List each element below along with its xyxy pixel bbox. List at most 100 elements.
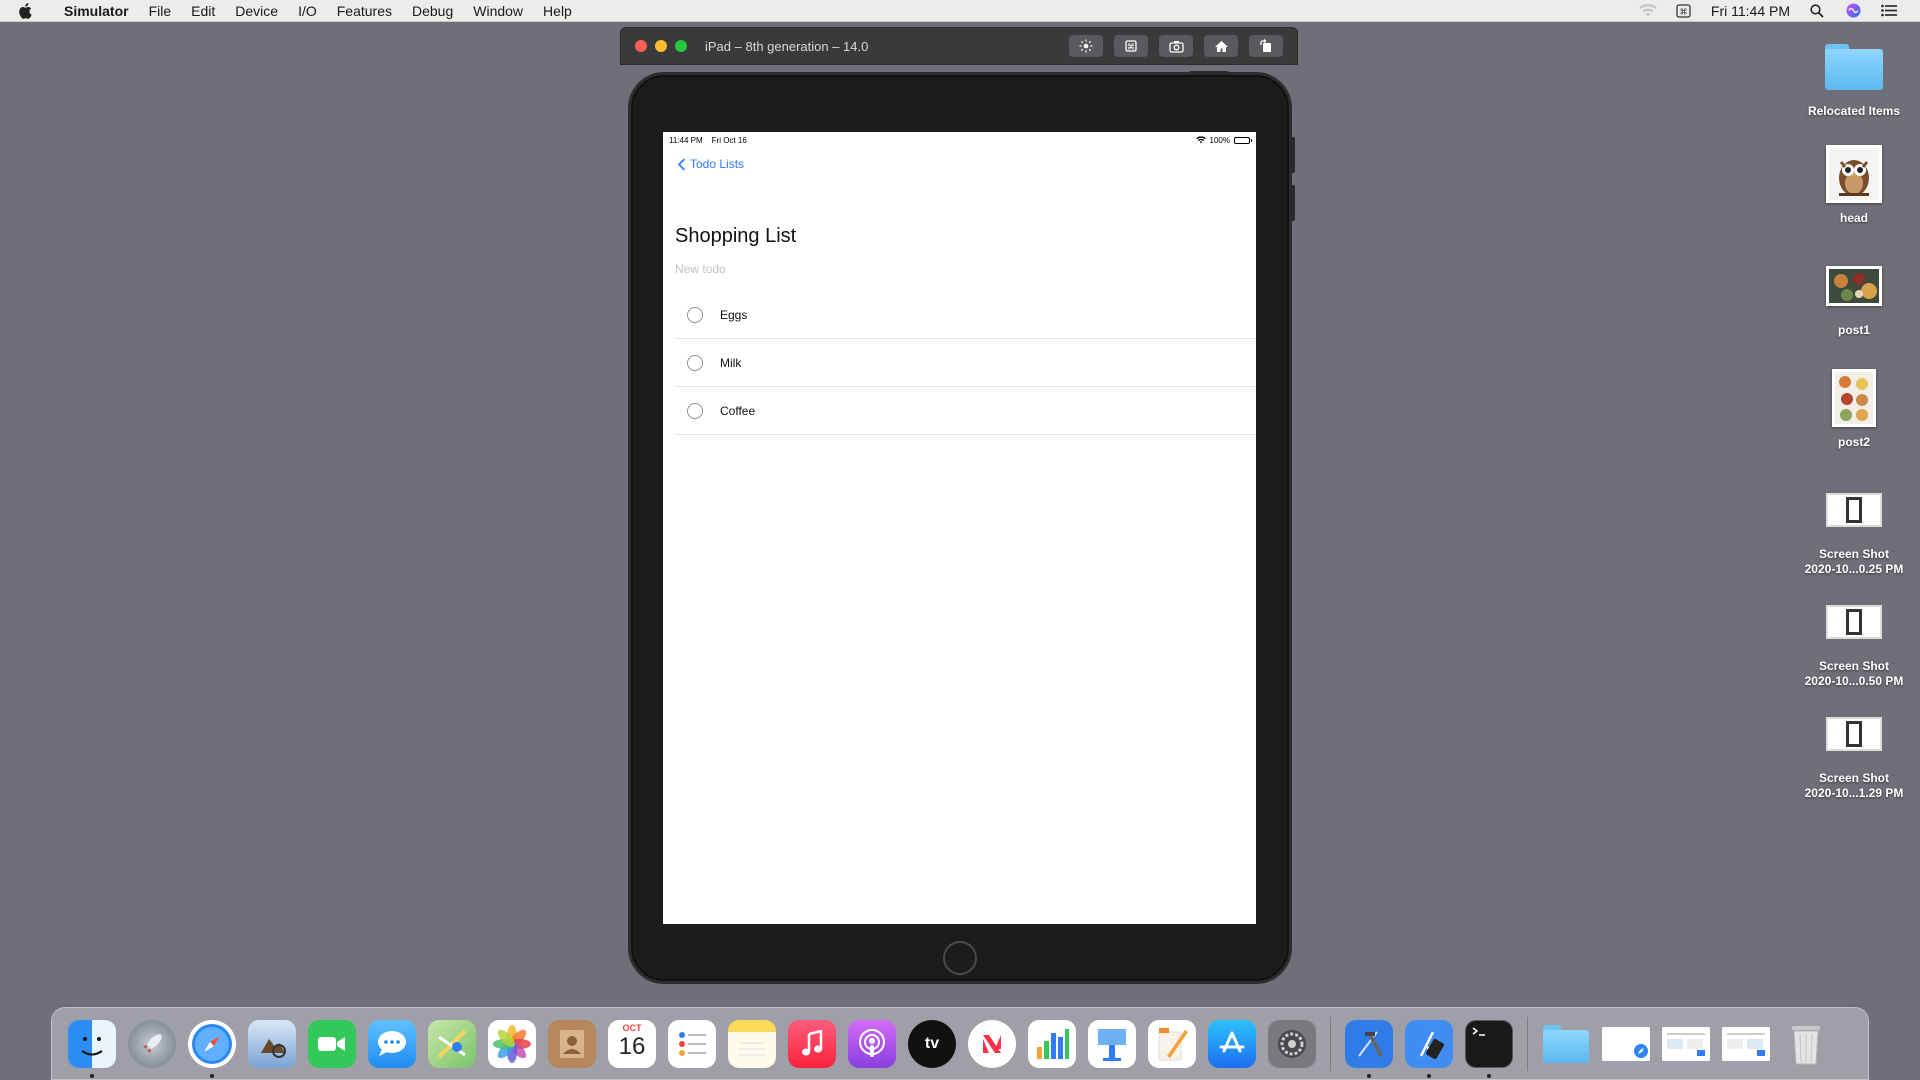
todo-checkbox[interactable] [687, 402, 703, 419]
chevron-left-icon [677, 157, 686, 171]
status-date: Fri Oct 16 [711, 135, 747, 145]
desktop-item-screenshot-2[interactable]: Screen Shot 2020-10...0.50 PM [1794, 593, 1914, 689]
dock-apple-tv[interactable]: tv [907, 1019, 957, 1069]
xcode-hammer-icon [1345, 1019, 1393, 1068]
dock-maps[interactable] [427, 1019, 477, 1069]
dock-preview[interactable] [247, 1019, 297, 1069]
desktop-item-screenshot-3[interactable]: Screen Shot 2020-10...1.29 PM [1794, 705, 1914, 801]
desktop-item-relocated-items[interactable]: Relocated Items [1794, 38, 1914, 119]
dock-calendar[interactable]: OCT 16 [607, 1019, 657, 1069]
running-indicator [90, 1073, 94, 1078]
menu-clock[interactable]: Fri 11:44 PM [1711, 3, 1790, 19]
rotate-button[interactable] [1249, 35, 1283, 57]
volume-up-button[interactable] [1290, 137, 1295, 173]
desktop-item-label: post2 [1837, 435, 1870, 449]
apple-menu-icon[interactable] [18, 2, 42, 19]
simulator-titlebar[interactable]: iPad – 8th generation – 14.0 ⌘ [620, 27, 1298, 65]
desktop-item-screenshot-1[interactable]: Screen Shot 2020-10...0.25 PM [1794, 481, 1914, 577]
menu-io[interactable]: I/O [288, 3, 327, 19]
running-indicator [1367, 1073, 1371, 1078]
keynote-podium-icon [1088, 1019, 1136, 1068]
status-time: 11:44 PM [669, 135, 703, 145]
dock-notes[interactable] [727, 1019, 777, 1069]
shake-button[interactable]: ⌘ [1114, 35, 1148, 57]
menu-features[interactable]: Features [327, 3, 402, 19]
ipad-home-button[interactable] [943, 941, 977, 975]
dock-recent-document-3[interactable] [1721, 1019, 1771, 1069]
desktop-item-sublabel: 2020-10...0.25 PM [1804, 562, 1904, 576]
status-wifi-icon [1195, 136, 1206, 144]
desktop-item-sublabel: 2020-10...0.50 PM [1804, 674, 1904, 688]
dock-recent-document-1[interactable] [1601, 1019, 1651, 1069]
ios-status-bar: 11:44 PM Fri Oct 16 100% [663, 132, 1256, 148]
todo-checkbox[interactable] [687, 354, 703, 371]
dock-xcode[interactable] [1344, 1019, 1394, 1078]
dock-music[interactable] [787, 1019, 837, 1069]
ipad-screen: 11:44 PM Fri Oct 16 100% Todo Lists Shop… [663, 132, 1256, 924]
home-icon [1214, 40, 1228, 52]
dock-podcasts[interactable] [847, 1019, 897, 1069]
maps-icon [428, 1019, 476, 1068]
menu-device[interactable]: Device [225, 3, 288, 19]
dock-reminders[interactable] [667, 1019, 717, 1069]
dock-simulator[interactable] [1404, 1019, 1454, 1078]
dock-pages[interactable] [1147, 1019, 1197, 1069]
top-button[interactable] [1189, 71, 1229, 75]
menu-edit[interactable]: Edit [181, 3, 225, 19]
todo-row[interactable]: Coffee [675, 387, 1256, 435]
menu-app-name[interactable]: Simulator [54, 3, 139, 19]
calendar-month: OCT [622, 1022, 642, 1033]
home-button[interactable] [1204, 35, 1238, 57]
food-photo-icon [1825, 257, 1883, 315]
dock-launchpad[interactable] [127, 1019, 177, 1069]
zoom-button[interactable] [675, 40, 687, 52]
page-title: Shopping List [675, 225, 797, 247]
new-todo-input[interactable] [675, 262, 1245, 276]
dock-photos[interactable] [487, 1019, 537, 1069]
minimize-button[interactable] [655, 40, 667, 52]
dock-terminal[interactable] [1464, 1019, 1514, 1078]
desktop-item-post1[interactable]: post1 [1794, 257, 1914, 338]
dock-trash[interactable] [1781, 1019, 1831, 1069]
food-photo-icon [1825, 369, 1883, 427]
dock-facetime[interactable] [307, 1019, 357, 1069]
desktop-item-head[interactable]: head [1794, 145, 1914, 226]
brightness-button[interactable] [1069, 35, 1103, 57]
keyboard-shortcut-icon[interactable]: ⌘ [1675, 3, 1693, 19]
todo-row[interactable]: Milk [675, 339, 1256, 387]
screenshot-button[interactable] [1159, 35, 1193, 57]
close-button[interactable] [635, 40, 647, 52]
desktop-item-label: head [1839, 211, 1868, 225]
dock-keynote[interactable] [1087, 1019, 1137, 1069]
wifi-icon[interactable] [1639, 3, 1657, 19]
app-store-icon [1208, 1019, 1256, 1068]
dock-finder[interactable] [67, 1019, 117, 1078]
apple-tv-icon: tv [908, 1019, 956, 1068]
dock-safari[interactable] [187, 1019, 237, 1078]
menu-debug[interactable]: Debug [402, 3, 463, 19]
dock-downloads-folder[interactable] [1541, 1019, 1591, 1069]
dock-news[interactable] [967, 1019, 1017, 1069]
todo-checkbox[interactable] [687, 306, 703, 323]
menu-help[interactable]: Help [533, 3, 582, 19]
notification-center-icon[interactable] [1880, 3, 1898, 19]
menu-window[interactable]: Window [463, 3, 533, 19]
desktop-item-post2[interactable]: post2 [1794, 369, 1914, 450]
siri-icon[interactable] [1844, 3, 1862, 19]
spotlight-search-icon[interactable] [1808, 3, 1826, 19]
todo-row[interactable]: Eggs [675, 291, 1256, 339]
dock-recent-document-2[interactable] [1661, 1019, 1711, 1069]
back-button[interactable]: Todo Lists [677, 157, 744, 171]
menu-file[interactable]: File [139, 3, 182, 19]
compass-icon [188, 1019, 236, 1068]
volume-down-button[interactable] [1290, 185, 1295, 221]
dock-contacts[interactable] [547, 1019, 597, 1069]
desktop-item-label: Relocated Items [1807, 104, 1901, 118]
dock-system-preferences[interactable] [1267, 1019, 1317, 1069]
gear-icon [1268, 1019, 1316, 1068]
dock-app-store[interactable] [1207, 1019, 1257, 1069]
dock-messages[interactable] [367, 1019, 417, 1069]
dock-numbers[interactable] [1027, 1019, 1077, 1069]
brightness-icon [1079, 39, 1093, 53]
screenshot-file-icon [1825, 593, 1883, 651]
